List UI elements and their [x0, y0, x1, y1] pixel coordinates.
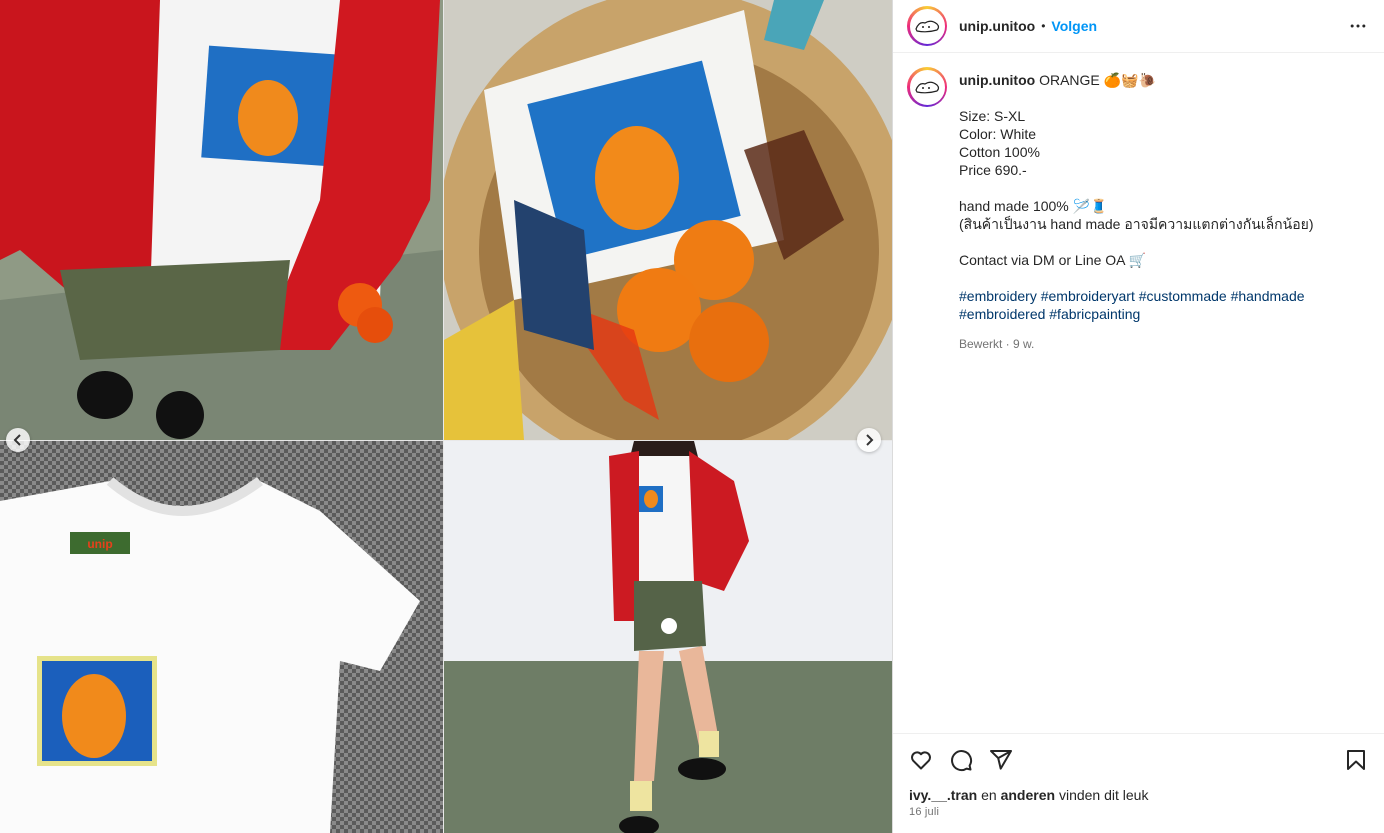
caption-line: Color: White [959, 126, 1037, 142]
follow-button[interactable]: Volgen [1051, 18, 1097, 34]
bookmark-icon[interactable] [1336, 740, 1376, 780]
caption-line: (สินค้าเป็นงาน hand made อาจมีความแตกต่า… [959, 216, 1314, 232]
caption-line: Contact via DM or Line OA 🛒 [959, 252, 1147, 268]
avatar[interactable] [907, 6, 947, 46]
post-header: unip.unitoo • Volgen [893, 0, 1384, 53]
caption-text: unip.unitoo ORANGE 🍊🧺🐌 Size: S-XL Color:… [959, 67, 1313, 733]
svg-text:unip: unip [87, 537, 112, 551]
hashtag-link[interactable]: #embroidered #fabricpainting [959, 305, 1313, 323]
share-icon[interactable] [981, 740, 1021, 780]
instagram-post-modal: unip unip.unitoo • Volgen unip.unitoo OR… [0, 0, 1384, 833]
caption-line: Price 690.- [959, 162, 1027, 178]
unip-logo-icon [915, 81, 940, 94]
heart-icon[interactable] [901, 740, 941, 780]
hashtags: #embroidery #embroideryart #custommade #… [959, 287, 1313, 323]
caption-line: hand made 100% 🪡🧵 [959, 198, 1108, 214]
likes-joiner: en [977, 787, 1001, 803]
caption-line: Cotton 100% [959, 144, 1040, 160]
caption-avatar[interactable] [907, 67, 947, 107]
post-media-carousel[interactable]: unip [0, 0, 892, 833]
separator-dot: • [1041, 19, 1046, 33]
caption-line: Size: S-XL [959, 108, 1026, 124]
media-photo-walking [444, 441, 892, 833]
caption-line [959, 233, 1313, 251]
likes-summary: ivy.__.tran en anderen vinden dit leuk [893, 786, 1384, 804]
caption-section: unip.unitoo ORANGE 🍊🧺🐌 Size: S-XL Color:… [893, 53, 1384, 733]
hashtag-link[interactable]: #embroidery #embroideryart #custommade #… [959, 287, 1313, 305]
caption-line [959, 179, 1313, 197]
likes-suffix: vinden dit leuk [1055, 787, 1149, 803]
unip-logo-icon [915, 20, 940, 33]
post-date[interactable]: 16 juli [893, 804, 1384, 820]
likes-user[interactable]: ivy.__.tran [909, 787, 977, 803]
chevron-right-icon[interactable] [857, 428, 881, 452]
likes-others[interactable]: anderen [1001, 787, 1055, 803]
caption-line [959, 269, 1313, 287]
post-side-panel: unip.unitoo • Volgen unip.unitoo ORANGE … [892, 0, 1384, 833]
caption-username[interactable]: unip.unitoo [959, 72, 1035, 88]
caption-title: ORANGE 🍊🧺🐌 [1039, 72, 1156, 88]
post-actions: ivy.__.tran en anderen vinden dit leuk 1… [893, 733, 1384, 833]
media-photo-shirt-flatlay: unip [0, 441, 443, 833]
header-username[interactable]: unip.unitoo [959, 18, 1035, 34]
comment-icon[interactable] [941, 740, 981, 780]
chevron-left-icon[interactable] [6, 428, 30, 452]
edited-timestamp: Bewerkt · 9 w. [959, 337, 1035, 351]
media-photo-basket [444, 0, 892, 440]
more-options-icon[interactable] [1346, 14, 1370, 38]
media-photo-red-cardigan [0, 0, 443, 440]
